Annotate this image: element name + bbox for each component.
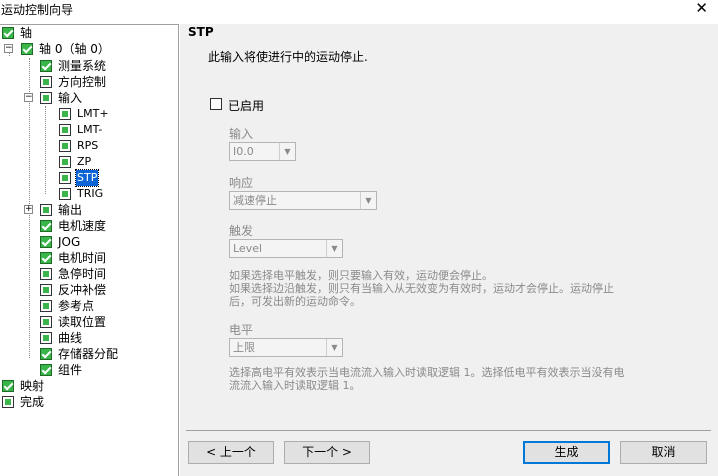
check-icon[interactable] — [40, 348, 52, 360]
tree-item-label: 电机时间 — [58, 251, 107, 265]
trigger-select[interactable]: Level ▼ — [229, 239, 343, 258]
tree-item-label: 测量系统 — [58, 59, 107, 73]
collapse-icon[interactable]: − — [4, 44, 13, 53]
partial-check-icon[interactable] — [40, 300, 52, 312]
level-note-2: 流流入输入时读取逻辑 1。 — [229, 379, 361, 392]
tree-item-label: RPS — [77, 139, 99, 152]
trigger-note-3: 后，可发出新的运动命令。 — [229, 295, 361, 308]
input-label: 输入 — [229, 127, 254, 141]
chevron-down-icon[interactable]: ▼ — [360, 192, 376, 209]
check-icon[interactable] — [40, 60, 52, 72]
check-icon[interactable] — [40, 252, 52, 264]
enabled-label: 已启用 — [228, 99, 265, 113]
tree-item-label: 急停时间 — [58, 267, 107, 281]
partial-check-icon[interactable] — [59, 156, 71, 168]
panel-description: 此输入将使进行中的运动停止. — [208, 50, 368, 64]
partial-check-icon[interactable] — [40, 332, 52, 344]
tree-item-label: 参考点 — [58, 299, 95, 313]
tree-guide — [45, 106, 46, 194]
partial-check-icon[interactable] — [59, 108, 71, 120]
tree-item-label: 输入 — [58, 91, 83, 105]
level-select-value: 上限 — [233, 341, 255, 354]
tree-item-label: 反冲补偿 — [58, 283, 107, 297]
partial-check-icon[interactable] — [40, 204, 52, 216]
wizard-tree: 轴 − 轴 0（轴 0） 测量系统 方向控制 − 输入 LMT+ LMT- RP… — [0, 24, 179, 476]
level-select[interactable]: 上限 ▼ — [229, 338, 343, 357]
partial-check-icon[interactable] — [59, 188, 71, 200]
tree-item-label: LMT+ — [77, 107, 109, 120]
collapse-icon[interactable]: − — [24, 93, 33, 102]
trigger-note-1: 如果选择电平触发，则只要输入有效，运动便会停止。 — [229, 269, 493, 282]
panel-heading: STP — [188, 25, 214, 39]
close-icon[interactable]: ✕ — [695, 0, 708, 17]
chevron-down-icon[interactable]: ▼ — [326, 339, 342, 356]
chevron-down-icon[interactable]: ▼ — [279, 143, 295, 160]
divider — [186, 430, 711, 431]
window-title: 运动控制向导 — [1, 3, 74, 17]
partial-check-icon[interactable] — [40, 268, 52, 280]
response-label: 响应 — [229, 176, 254, 190]
tree-item-label: JOG — [58, 235, 81, 249]
tree-item-label: ZP — [77, 155, 92, 168]
generate-button[interactable]: 生成 — [523, 441, 610, 464]
tree-item-label: 映射 — [20, 379, 45, 393]
chevron-down-icon[interactable]: ▼ — [326, 240, 342, 257]
tree-item-label: 方向控制 — [58, 75, 107, 89]
tree-item-label: 组件 — [58, 363, 83, 377]
trigger-label: 触发 — [229, 224, 254, 238]
expand-icon[interactable]: + — [24, 205, 33, 214]
tree-item-label: 轴 0（轴 0） — [39, 42, 110, 56]
trigger-select-value: Level — [233, 242, 263, 255]
tree-item-label: 完成 — [20, 395, 45, 409]
prev-button[interactable]: < 上一个 — [188, 441, 274, 464]
check-icon[interactable] — [40, 220, 52, 232]
check-icon[interactable] — [21, 43, 33, 55]
checkbox-icon[interactable] — [210, 98, 222, 110]
tree-item-label: 电机速度 — [58, 219, 107, 233]
input-select[interactable]: I0.0 ▼ — [229, 142, 296, 161]
partial-check-icon[interactable] — [40, 92, 52, 104]
partial-check-icon[interactable] — [59, 124, 71, 136]
partial-check-icon[interactable] — [40, 316, 52, 328]
level-label: 电平 — [229, 323, 254, 337]
input-select-value: I0.0 — [233, 145, 254, 158]
check-icon[interactable] — [40, 236, 52, 248]
partial-check-icon[interactable] — [2, 396, 14, 408]
level-note-1: 选择高电平有效表示当电流流入输入时读取逻辑 1。选择低电平有效表示当没有电 — [229, 366, 625, 379]
response-select[interactable]: 减速停止 ▼ — [229, 191, 377, 210]
tree-item-label: 曲线 — [58, 331, 83, 345]
tree-item-label: TRIG — [77, 187, 104, 200]
check-icon[interactable] — [40, 364, 52, 376]
tree-item-label: 输出 — [58, 203, 83, 217]
settings-panel: STP 此输入将使进行中的运动停止. 已启用 输入 I0.0 ▼ 响应 减速停止… — [180, 24, 718, 476]
tree-item-label: LMT- — [77, 123, 103, 136]
response-select-value: 减速停止 — [233, 194, 277, 207]
next-button[interactable]: 下一个 > — [284, 441, 370, 464]
title-bar: 运动控制向导 ✕ — [0, 0, 718, 18]
tree-item-label: 轴 — [20, 26, 33, 40]
partial-check-icon[interactable] — [40, 76, 52, 88]
partial-check-icon[interactable] — [59, 172, 71, 184]
tree-item-label: 存储器分配 — [58, 347, 119, 361]
partial-check-icon[interactable] — [40, 284, 52, 296]
cancel-button[interactable]: 取消 — [620, 441, 707, 464]
tree-item-label: STP — [74, 169, 100, 187]
check-icon[interactable] — [2, 380, 14, 392]
partial-check-icon[interactable] — [59, 140, 71, 152]
trigger-note-2: 如果选择边沿触发，则只有当输入从无效变为有效时，运动才会停止。运动停止 — [229, 282, 614, 295]
check-icon[interactable] — [2, 27, 14, 39]
tree-item-label: 读取位置 — [58, 315, 107, 329]
